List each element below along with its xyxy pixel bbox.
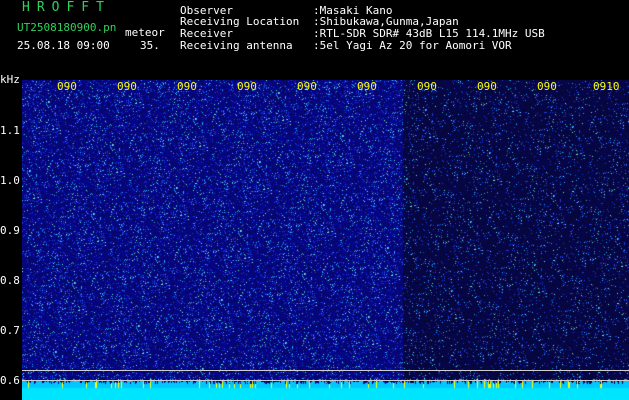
y-tick-label: 1.0 xyxy=(0,174,20,187)
observation-datetime: 25.08.18 09:00 xyxy=(17,39,110,52)
meteor-label: meteor xyxy=(125,26,165,39)
reference-line xyxy=(22,370,629,371)
y-tick-label: 1.1 xyxy=(0,124,20,137)
meteor-count: 35. xyxy=(140,39,160,52)
spectrogram xyxy=(22,80,629,400)
time-tick-label: 090 xyxy=(237,80,257,93)
time-tick-label: 090 xyxy=(537,80,557,93)
antenna-value: :5el Yagi Az 20 for Aomori VOR xyxy=(313,39,512,52)
time-tick-label: 0910 xyxy=(593,80,620,93)
time-tick-label: 090 xyxy=(57,80,77,93)
time-tick-label: 090 xyxy=(477,80,497,93)
time-tick-label: 090 xyxy=(297,80,317,93)
time-tick-label: 090 xyxy=(417,80,437,93)
y-tick-label: 0.9 xyxy=(0,224,20,237)
y-axis-unit: kHz xyxy=(0,73,20,86)
hrofft-window: HROFFT UT2508180900.pn meteor 25.08.18 0… xyxy=(0,0,629,400)
time-tick-label: 090 xyxy=(117,80,137,93)
app-title: HROFFT xyxy=(22,0,111,15)
file-name: UT2508180900.pn xyxy=(17,21,117,34)
y-tick-label: 0.8 xyxy=(0,274,20,287)
y-tick-label: 0.7 xyxy=(0,324,20,337)
antenna-label: Receiving antenna xyxy=(180,39,293,52)
time-tick-label: 090 xyxy=(177,80,197,93)
y-tick-label: 0.6 xyxy=(0,374,20,387)
time-tick-label: 090 xyxy=(357,80,377,93)
reference-line xyxy=(22,380,629,381)
